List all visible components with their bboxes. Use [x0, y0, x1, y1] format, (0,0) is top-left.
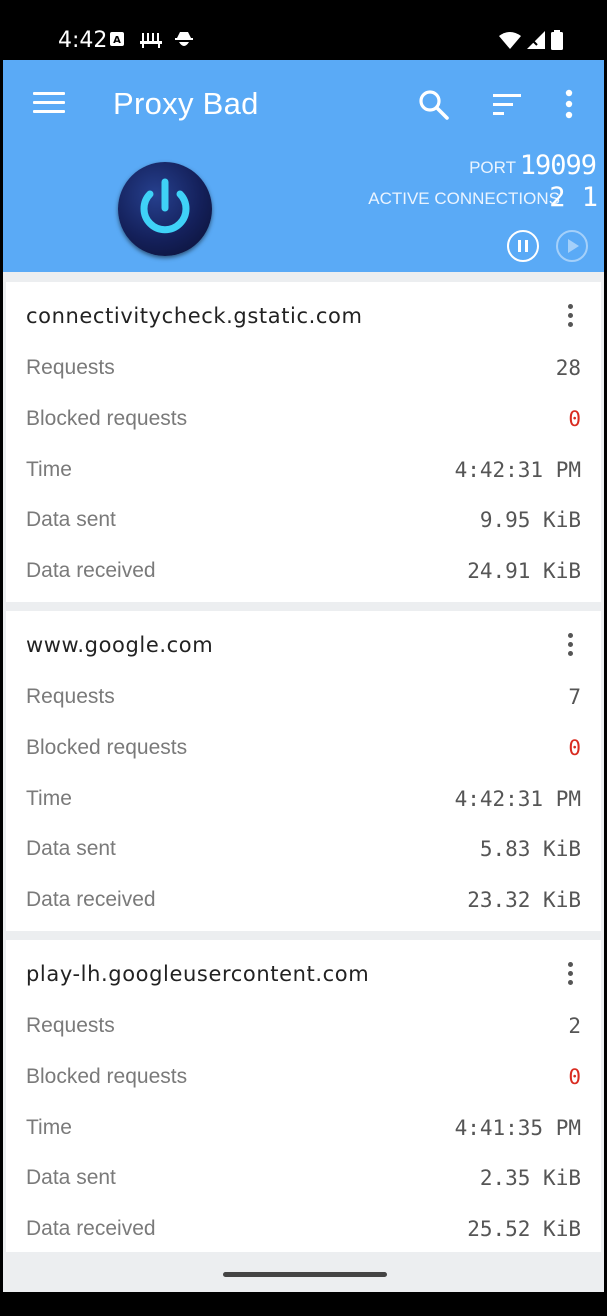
requests-value: 7: [568, 685, 581, 709]
status-bar: 4:42 A: [0, 0, 607, 60]
power-button[interactable]: [118, 162, 212, 256]
time-label: Time: [26, 787, 72, 810]
data-sent-label: Data sent: [26, 1166, 116, 1189]
svg-text:A: A: [113, 35, 121, 46]
data-received-label: Data received: [26, 559, 156, 582]
blocked-row: Blocked requests 0: [26, 736, 581, 766]
sort-icon[interactable]: [489, 90, 525, 120]
data-received-value: 25.52 KiB: [467, 1217, 581, 1241]
active-connections-label: ACTIVE CONNECTIONS: [368, 189, 560, 208]
blocked-row: Blocked requests 0: [26, 1065, 581, 1095]
time-value: 4:42:31 PM: [454, 458, 581, 482]
bottom-bezel: [0, 1292, 607, 1316]
data-received-label: Data received: [26, 1217, 156, 1240]
data-received-row: Data received 25.52 KiB: [26, 1217, 581, 1247]
more-options-icon[interactable]: [555, 86, 583, 122]
card-host: connectivitycheck.gstatic.com: [26, 304, 363, 328]
blocked-label: Blocked requests: [26, 407, 188, 430]
home-gesture-handle[interactable]: [223, 1272, 387, 1277]
data-received-row: Data received 23.32 KiB: [26, 888, 581, 918]
blocked-row: Blocked requests 0: [26, 407, 581, 437]
time-row: Time 4:42:31 PM: [26, 787, 581, 817]
status-time: 4:42: [58, 28, 108, 53]
network-icon: [140, 33, 162, 48]
battery-icon: [551, 30, 563, 50]
time-value: 4:42:31 PM: [454, 787, 581, 811]
card-host: play-lh.googleusercontent.com: [26, 962, 370, 986]
data-sent-row: Data sent 5.83 KiB: [26, 837, 581, 867]
card-more-icon[interactable]: [565, 962, 575, 990]
active-connections-value: 2 1: [549, 182, 598, 213]
gesture-nav-area: [3, 1252, 604, 1292]
requests-label: Requests: [26, 1014, 115, 1037]
time-row: Time 4:42:31 PM: [26, 458, 581, 488]
app-bar: Proxy Bad PORT 19099 ACTIVE CONNECTIONS …: [3, 60, 604, 272]
menu-icon[interactable]: [33, 92, 65, 116]
blocked-value: 0: [568, 1065, 581, 1089]
blocked-label: Blocked requests: [26, 736, 188, 759]
data-received-label: Data received: [26, 888, 156, 911]
data-received-row: Data received 24.91 KiB: [26, 559, 581, 589]
data-sent-label: Data sent: [26, 508, 116, 531]
connection-card[interactable]: www.google.com Requests 7 Blocked reques…: [6, 611, 601, 931]
data-received-value: 24.91 KiB: [467, 559, 581, 583]
requests-value: 2: [568, 1014, 581, 1038]
requests-value: 28: [555, 356, 581, 380]
time-row: Time 4:41:35 PM: [26, 1116, 581, 1146]
pause-icon[interactable]: [507, 230, 539, 262]
data-sent-label: Data sent: [26, 837, 116, 860]
data-sent-value: 2.35 KiB: [479, 1166, 581, 1190]
data-sent-value: 9.95 KiB: [479, 508, 581, 532]
a-notification-icon: A: [110, 32, 124, 46]
requests-row: Requests 2: [26, 1014, 581, 1044]
power-icon: [140, 178, 190, 234]
requests-row: Requests 28: [26, 356, 581, 386]
signal-icon: [527, 31, 545, 49]
incognito-icon: [175, 32, 193, 46]
connection-card[interactable]: connectivitycheck.gstatic.com Requests 2…: [6, 282, 601, 602]
time-label: Time: [26, 1116, 72, 1139]
data-sent-row: Data sent 2.35 KiB: [26, 1166, 581, 1196]
connection-card[interactable]: play-lh.googleusercontent.com Requests 2…: [6, 940, 601, 1260]
wifi-icon: [499, 32, 521, 49]
blocked-label: Blocked requests: [26, 1065, 188, 1088]
search-icon[interactable]: [415, 86, 451, 122]
requests-row: Requests 7: [26, 685, 581, 715]
requests-label: Requests: [26, 685, 115, 708]
play-icon[interactable]: [556, 230, 588, 262]
requests-label: Requests: [26, 356, 115, 379]
blocked-value: 0: [568, 736, 581, 760]
data-received-value: 23.32 KiB: [467, 888, 581, 912]
app-title: Proxy Bad: [113, 86, 259, 121]
data-sent-row: Data sent 9.95 KiB: [26, 508, 581, 538]
card-more-icon[interactable]: [565, 633, 575, 661]
data-sent-value: 5.83 KiB: [479, 837, 581, 861]
card-host: www.google.com: [26, 633, 214, 657]
card-more-icon[interactable]: [565, 304, 575, 332]
time-label: Time: [26, 458, 72, 481]
port-value: 19099: [519, 150, 597, 181]
port-label: PORT: [469, 158, 516, 177]
connections-list: connectivitycheck.gstatic.com Requests 2…: [3, 272, 604, 1272]
blocked-value: 0: [568, 407, 581, 431]
time-value: 4:41:35 PM: [454, 1116, 581, 1140]
